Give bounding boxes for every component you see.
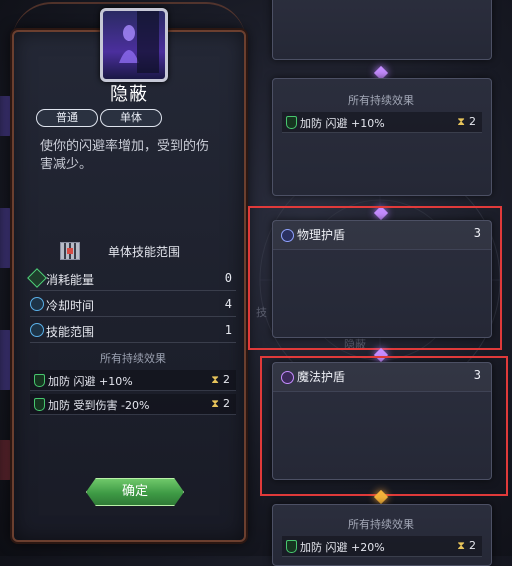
purple-gem-icon xyxy=(373,347,389,363)
magic-shield-icon xyxy=(281,371,294,384)
effect-duration: ⧗ 2 xyxy=(211,373,230,386)
effect-row: 加防 闪避 +20% ⧗ 2 xyxy=(282,536,482,557)
effects-title: 所有持续效果 xyxy=(348,94,414,107)
effects-title: 所有持续效果 xyxy=(100,352,166,365)
range-grid-icon xyxy=(60,242,80,260)
card-count: 3 xyxy=(473,368,481,382)
stat-value: 4 xyxy=(224,297,232,311)
card-header: 魔法护盾 3 xyxy=(273,363,491,392)
effect-label: 加防 受到伤害 -20% xyxy=(48,399,150,412)
effect-row: 加防 闪避 +10% ⧗ 2 xyxy=(30,370,236,391)
skill-tag-type: 普通 xyxy=(36,109,98,127)
skill-tag-target: 单体 xyxy=(100,109,162,127)
defense-shield-icon xyxy=(286,540,297,553)
hourglass-icon: ⧗ xyxy=(457,539,465,552)
effect-label: 加防 闪避 +10% xyxy=(48,375,133,388)
hourglass-icon: ⧗ xyxy=(211,397,219,410)
card-title: 魔法护盾 xyxy=(297,370,346,384)
confirm-button[interactable]: 确定 xyxy=(86,478,184,506)
left-edge-card[interactable] xyxy=(0,330,12,390)
skill-name: 隐蔽 xyxy=(110,84,148,105)
effect-duration: ⧗ 2 xyxy=(457,539,476,552)
hourglass-icon: ⧗ xyxy=(457,115,465,128)
card-count: 3 xyxy=(473,226,481,240)
background-text-fragment: 技 xyxy=(256,306,267,319)
stat-label: 消耗能量 xyxy=(46,273,95,287)
left-edge-card[interactable] xyxy=(0,208,12,268)
physical-shield-icon xyxy=(281,229,294,242)
effect-duration: ⧗ 2 xyxy=(457,115,476,128)
skill-description: 使你的闪避率增加，受到的伤害减少。 xyxy=(40,139,210,172)
cooldown-icon xyxy=(30,297,44,311)
card-header: 物理护盾 3 xyxy=(273,221,491,250)
stat-row-range: 技能范围 1 xyxy=(30,320,236,343)
left-edge-card[interactable] xyxy=(0,440,12,480)
effect-label: 加防 闪避 +20% xyxy=(300,541,385,554)
effect-label: 加防 闪避 +10% xyxy=(300,117,385,130)
range-title: 单体技能范围 xyxy=(108,245,181,259)
physical-shield-card[interactable]: 物理护盾 3 xyxy=(272,220,492,338)
orange-gem-icon xyxy=(373,489,389,505)
purple-gem-icon xyxy=(373,205,389,221)
defense-shield-icon xyxy=(34,398,45,411)
effect-duration: ⧗ 2 xyxy=(211,397,230,410)
stat-value: 0 xyxy=(224,271,232,285)
stat-value: 1 xyxy=(224,323,232,337)
status-card-top-partial[interactable] xyxy=(272,0,492,60)
card-title: 物理护盾 xyxy=(297,228,346,242)
background-text-fragment: 隐蔽 xyxy=(344,338,366,351)
skill-range-header: 单体技能范围 xyxy=(32,240,232,262)
stat-row-energy: 消耗能量 0 xyxy=(27,268,236,291)
effect-row: 加防 受到伤害 -20% ⧗ 2 xyxy=(30,394,236,415)
range-icon xyxy=(30,323,44,337)
stat-label: 冷却时间 xyxy=(46,299,95,313)
effects-title: 所有持续效果 xyxy=(348,518,414,531)
hourglass-icon: ⧗ xyxy=(211,373,219,386)
skill-portrait-icon xyxy=(100,8,168,82)
stat-row-cooldown: 冷却时间 4 xyxy=(30,294,236,317)
defense-shield-icon xyxy=(286,116,297,129)
defense-shield-icon xyxy=(34,374,45,387)
left-edge-card[interactable] xyxy=(0,96,12,136)
stat-label: 技能范围 xyxy=(46,325,95,339)
magic-shield-card[interactable]: 魔法护盾 3 xyxy=(272,362,492,480)
energy-icon xyxy=(27,268,47,288)
effect-row: 加防 闪避 +10% ⧗ 2 xyxy=(282,112,482,133)
